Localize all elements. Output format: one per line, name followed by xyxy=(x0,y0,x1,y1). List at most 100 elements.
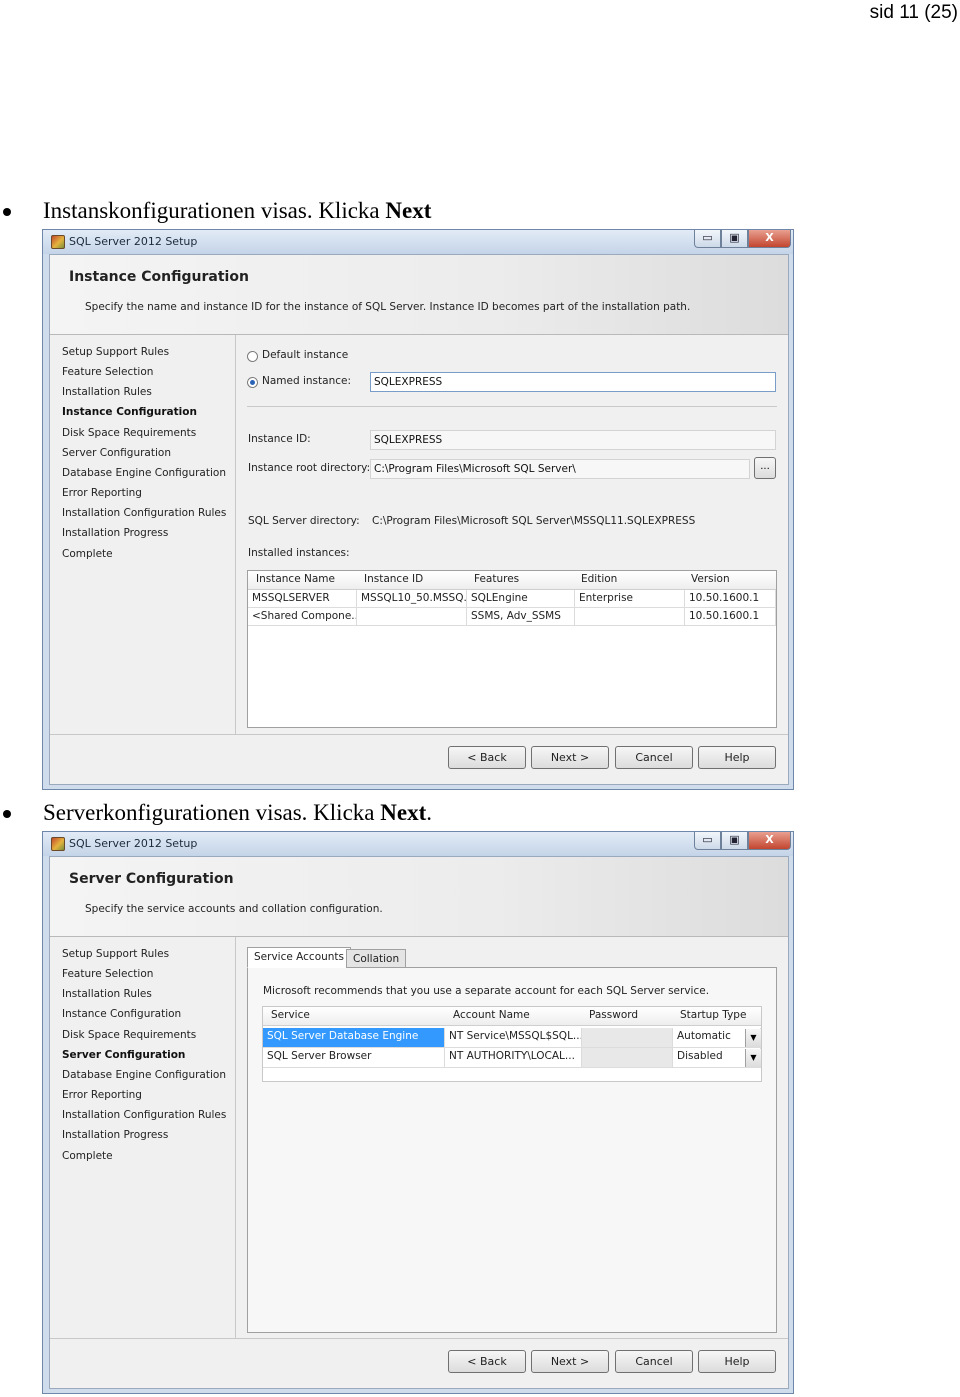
help-button[interactable]: Help xyxy=(698,746,776,769)
nav-item-server-configuration: Server Configuration xyxy=(62,1049,186,1061)
col-edition: Edition xyxy=(581,573,618,585)
nav-item-server-configuration: Server Configuration xyxy=(62,447,171,459)
col-instance-id: Instance ID xyxy=(364,573,424,585)
close-button[interactable]: X xyxy=(748,230,791,248)
close-button[interactable]: X xyxy=(748,832,791,850)
default-instance-radio[interactable] xyxy=(247,351,258,362)
sql-dir-value: C:\Program Files\Microsoft SQL Server\MS… xyxy=(372,515,696,527)
page-title: Server Configuration xyxy=(69,871,234,887)
table-cell[interactable]: NT AUTHORITY\LOCAL... xyxy=(445,1048,582,1068)
sql-setup-app-icon xyxy=(51,837,65,851)
sql-dir-label: SQL Server directory: xyxy=(248,515,360,527)
table-cell[interactable]: SSMS, Adv_SSMS xyxy=(467,608,575,626)
service-accounts-grid: Service Account Name Password Startup Ty… xyxy=(262,1006,762,1082)
bullet-text-after: . xyxy=(426,800,432,825)
table-cell[interactable]: <Shared Compone... xyxy=(248,608,357,626)
back-button[interactable]: < Back xyxy=(448,1350,526,1373)
table-cell[interactable] xyxy=(357,608,467,626)
page-header: Instance Configuration Specify the name … xyxy=(50,255,788,335)
named-instance-input[interactable]: SQLEXPRESS xyxy=(370,372,776,392)
default-instance-label: Default instance xyxy=(262,349,349,361)
tab-service-accounts[interactable]: Service Accounts xyxy=(247,947,352,968)
nav-item-database-engine: Database Engine Configuration xyxy=(62,467,226,479)
col-features: Features xyxy=(474,573,520,585)
title-bar: SQL Server 2012 Setup ▭ ▣ X xyxy=(43,230,793,254)
bullet-dot xyxy=(3,810,11,818)
nav-item-instance-configuration: Instance Configuration xyxy=(62,1008,182,1020)
minimize-button[interactable]: ▭ xyxy=(694,832,721,850)
nav-item-complete: Complete xyxy=(62,1150,113,1162)
next-button[interactable]: Next > xyxy=(531,746,609,769)
table-cell[interactable]: SQL Server Browser xyxy=(263,1048,445,1068)
installed-instances-label: Installed instances: xyxy=(248,547,350,559)
maximize-button[interactable]: ▣ xyxy=(721,230,748,248)
grid-header: Service Account Name Password Startup Ty… xyxy=(263,1007,761,1026)
bullet-text-plain: Serverkonfigurationen visas. Klicka xyxy=(43,800,381,825)
browse-button[interactable]: ... xyxy=(754,457,776,479)
col-version: Version xyxy=(691,573,730,585)
button-bar: < Back Next > Cancel Help xyxy=(50,1338,788,1388)
setup-window-instance: SQL Server 2012 Setup ▭ ▣ X Instance Con… xyxy=(42,229,794,790)
table-cell[interactable]: MSSQLSERVER xyxy=(248,590,357,608)
col-startup-type: Startup Type xyxy=(680,1009,747,1021)
nav-item-database-engine: Database Engine Configuration xyxy=(62,1069,226,1081)
table-cell[interactable]: 10.50.1600.1 xyxy=(685,590,776,608)
instance-id-label: Instance ID: xyxy=(248,433,311,445)
bullet-text-bold: Next xyxy=(380,800,427,825)
table-cell[interactable]: MSSQL10_50.MSSQ... xyxy=(357,590,467,608)
recommendation-text: Microsoft recommends that you use a sepa… xyxy=(263,985,710,997)
table-cell[interactable]: SQLEngine xyxy=(467,590,575,608)
table-cell[interactable]: Enterprise xyxy=(575,590,685,608)
cancel-button[interactable]: Cancel xyxy=(615,746,693,769)
tab-collation[interactable]: Collation xyxy=(346,949,407,968)
cancel-button[interactable]: Cancel xyxy=(615,1350,693,1373)
table-cell[interactable]: 10.50.1600.1 xyxy=(685,608,776,626)
nav-item-installation-rules: Installation Rules xyxy=(62,988,152,1000)
maximize-button[interactable]: ▣ xyxy=(721,832,748,850)
page-header: Server Configuration Specify the service… xyxy=(50,857,788,937)
bullet-text: Serverkonfigurationen visas. Klicka Next… xyxy=(43,799,432,827)
grid-header: Instance Name Instance ID Features Editi… xyxy=(248,571,776,590)
divider xyxy=(247,406,777,407)
bullet-text-plain: Instanskonfigurationen visas. Klicka xyxy=(43,198,386,223)
page-subtitle: Specify the service accounts and collati… xyxy=(85,903,383,915)
instance-id-input[interactable]: SQLEXPRESS xyxy=(370,430,776,450)
table-cell[interactable]: SQL Server Database Engine xyxy=(263,1028,445,1048)
page-title: Instance Configuration xyxy=(69,269,249,285)
nav-item-error-reporting: Error Reporting xyxy=(62,487,142,499)
named-instance-radio[interactable] xyxy=(247,377,258,388)
page-number: sid 11 (25) xyxy=(869,2,958,23)
table-cell[interactable]: NT Service\MSSQL$SQL... xyxy=(445,1028,582,1048)
table-cell[interactable] xyxy=(582,1048,673,1068)
table-cell[interactable] xyxy=(582,1028,673,1048)
nav-item-installation-progress: Installation Progress xyxy=(62,527,169,539)
next-button[interactable]: Next > xyxy=(531,1350,609,1373)
nav-item-installation-progress: Installation Progress xyxy=(62,1129,169,1141)
root-dir-input[interactable]: C:\Program Files\Microsoft SQL Server\ xyxy=(370,459,750,479)
nav-item-installation-rules: Installation Rules xyxy=(62,386,152,398)
nav-item-feature-selection: Feature Selection xyxy=(62,968,154,980)
col-instance-name: Instance Name xyxy=(256,573,335,585)
chevron-down-icon[interactable]: ▼ xyxy=(745,1049,761,1067)
back-button[interactable]: < Back xyxy=(448,746,526,769)
nav-item-setup-support-rules: Setup Support Rules xyxy=(62,948,170,960)
chevron-down-icon[interactable]: ▼ xyxy=(745,1029,761,1047)
named-instance-label: Named instance: xyxy=(262,375,351,387)
minimize-button[interactable]: ▭ xyxy=(694,230,721,248)
col-password: Password xyxy=(589,1009,639,1021)
nav-item-complete: Complete xyxy=(62,548,113,560)
nav-item-instance-configuration: Instance Configuration xyxy=(62,406,197,418)
nav-item-disk-space: Disk Space Requirements xyxy=(62,427,197,439)
nav-item-disk-space: Disk Space Requirements xyxy=(62,1029,197,1041)
nav-item-installation-config-rules: Installation Configuration Rules xyxy=(62,1109,227,1121)
nav-item-feature-selection: Feature Selection xyxy=(62,366,154,378)
title-bar: SQL Server 2012 Setup ▭ ▣ X xyxy=(43,832,793,856)
col-account-name: Account Name xyxy=(453,1009,530,1021)
help-button[interactable]: Help xyxy=(698,1350,776,1373)
bullet-dot xyxy=(3,208,11,216)
col-service: Service xyxy=(271,1009,310,1021)
table-cell[interactable] xyxy=(575,608,685,626)
steps-nav: Setup Support Rules Feature Selection In… xyxy=(50,335,236,734)
window-title: SQL Server 2012 Setup xyxy=(69,235,198,248)
window-title: SQL Server 2012 Setup xyxy=(69,837,198,850)
